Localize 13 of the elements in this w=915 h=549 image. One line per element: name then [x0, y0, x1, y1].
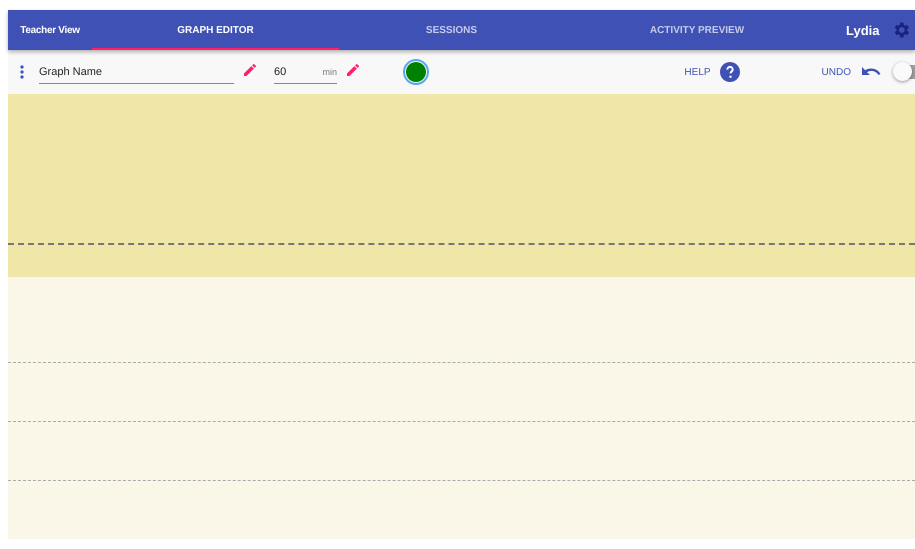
- pencil-icon[interactable]: [345, 62, 361, 78]
- more-options-icon[interactable]: [20, 65, 24, 79]
- help-icon[interactable]: [720, 62, 740, 82]
- toggle-switch[interactable]: [895, 65, 915, 79]
- nav-tab[interactable]: ACTIVITY PREVIEW: [564, 10, 830, 50]
- graph-name-field[interactable]: Graph Name: [39, 60, 234, 84]
- duration-field[interactable]: 60 min: [274, 60, 337, 84]
- help-link[interactable]: HELP: [684, 66, 711, 78]
- pencil-icon[interactable]: [242, 62, 258, 78]
- user-name: Lydia: [846, 22, 880, 38]
- undo-link[interactable]: UNDO: [822, 66, 851, 78]
- app-title: Teacher View: [19, 24, 81, 38]
- nav-tab[interactable]: SESSIONS: [339, 10, 564, 50]
